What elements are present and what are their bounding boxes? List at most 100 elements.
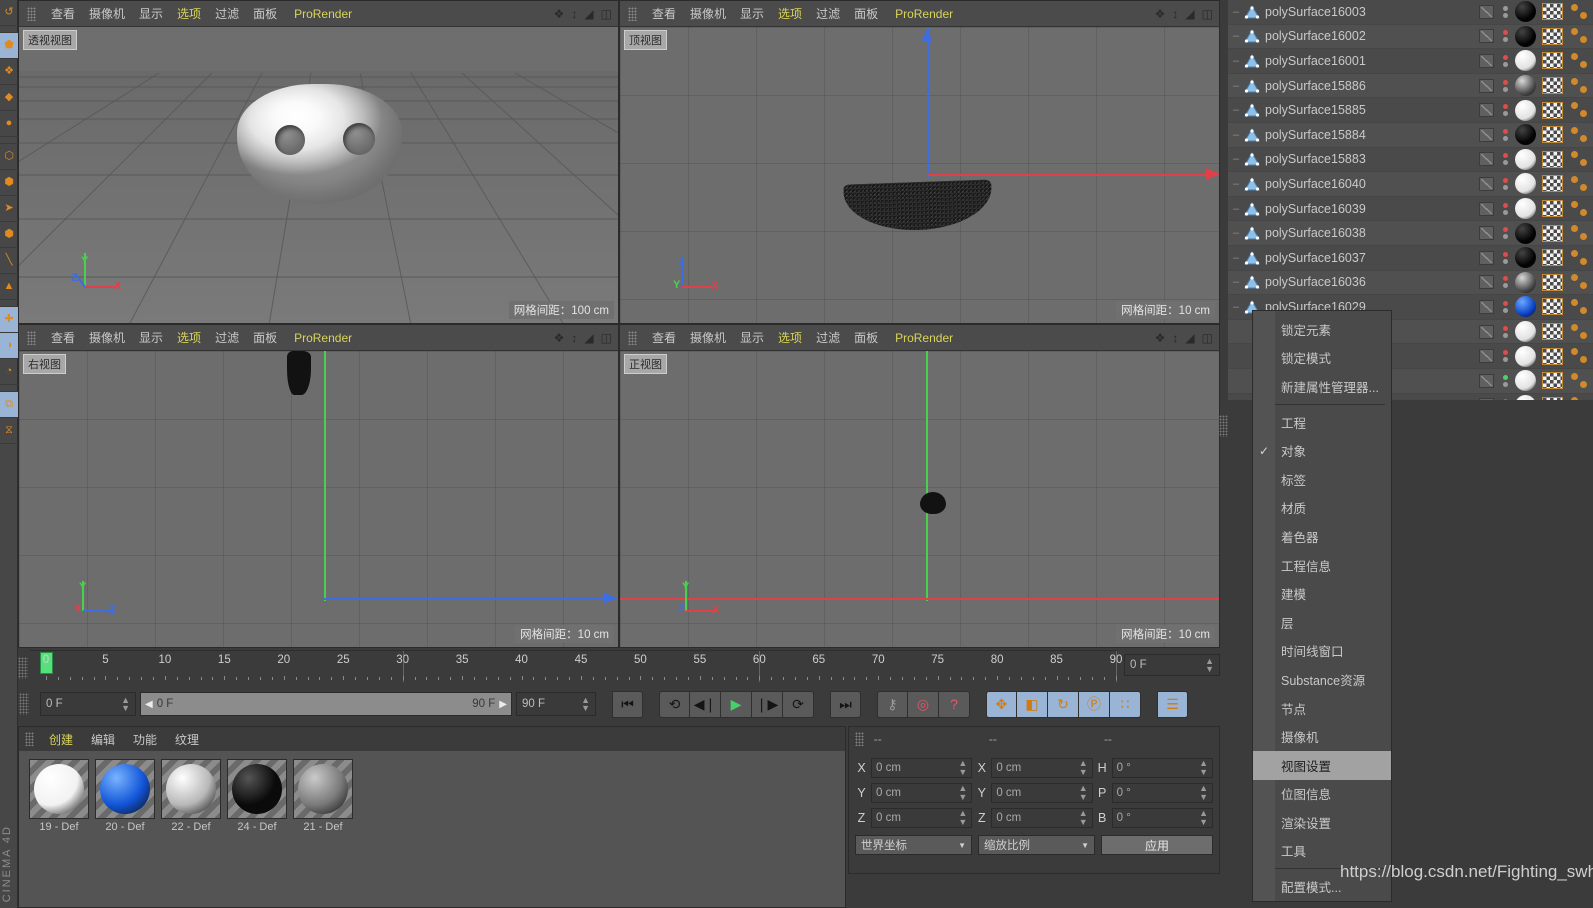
visibility-dot[interactable] — [1502, 79, 1508, 85]
visibility-toggle-icon[interactable] — [1479, 373, 1494, 388]
point-level-animation-button[interactable]: ∷ — [1110, 690, 1141, 718]
beard-model-right[interactable] — [287, 351, 311, 395]
zoom-icon[interactable]: ↕ — [1172, 8, 1178, 20]
tag-link-icon[interactable] — [1571, 76, 1593, 96]
material-thumbnail[interactable] — [161, 759, 221, 819]
range-left-arrow-icon[interactable]: ◀ — [145, 699, 153, 710]
menu-view[interactable]: 查看 — [645, 5, 683, 22]
context-menu-panel-8[interactable]: 时间线窗口 — [1253, 637, 1391, 666]
size-y-field[interactable]: 0 cm ▲ ▼ — [991, 782, 1093, 803]
chevron-down-icon[interactable]: ▼ — [1081, 841, 1089, 850]
object-row[interactable]: – polySurface16036 — [1228, 270, 1593, 296]
play-button[interactable]: ▶ — [721, 690, 752, 718]
visibility-dot[interactable] — [1502, 61, 1508, 67]
context-menu-panel-5[interactable]: 工程信息 — [1253, 551, 1391, 580]
spinner-icon[interactable]: ▲ ▼ — [1205, 656, 1214, 673]
tag-link-icon[interactable] — [1571, 100, 1593, 120]
uvw-tag-icon[interactable] — [1542, 249, 1563, 267]
previous-key-button[interactable]: ⟲ — [659, 690, 690, 718]
zoom-icon[interactable]: ↕ — [571, 8, 577, 20]
menu-panel[interactable]: 面板 — [246, 5, 284, 22]
uvw-tag-icon[interactable] — [1542, 126, 1563, 144]
menu-view[interactable]: 查看 — [44, 5, 82, 22]
material-menu-texture[interactable]: 纹理 — [166, 731, 208, 748]
visibility-toggle-icon[interactable] — [1479, 4, 1494, 19]
context-menu-panel-10[interactable]: 节点 — [1253, 694, 1391, 723]
context-menu-panel-0[interactable]: 工程 — [1253, 408, 1391, 437]
tag-link-icon[interactable] — [1571, 371, 1593, 391]
rotation-p-field[interactable]: 0 ° ▲ ▼ — [1111, 782, 1213, 803]
scale-tool-icon[interactable]: ◆ — [0, 85, 18, 111]
visibility-toggle-icon[interactable] — [1479, 103, 1494, 118]
viewport-top-canvas[interactable]: Z Y X 顶视图 网格间距：10 cm — [620, 27, 1219, 323]
visibility-dots[interactable] — [1499, 300, 1511, 313]
tag-link-icon[interactable] — [1571, 2, 1593, 22]
visibility-dot[interactable] — [1502, 54, 1508, 60]
menu-options[interactable]: 选项 — [170, 329, 208, 346]
material-tag-icon[interactable] — [1515, 173, 1536, 195]
tag-link-icon[interactable] — [1571, 297, 1593, 317]
drag-grip-icon[interactable] — [628, 6, 637, 21]
spinner-icon[interactable]: ▲ ▼ — [1079, 809, 1088, 826]
right-dock-splitter[interactable] — [1219, 0, 1229, 908]
uvw-tag-icon[interactable] — [1542, 101, 1563, 119]
spinner-icon[interactable]: ▲ ▼ — [958, 784, 967, 801]
spinner-icon[interactable]: ▲ ▼ — [1199, 784, 1208, 801]
material-thumbnail[interactable] — [95, 759, 155, 819]
menu-display[interactable]: 显示 — [132, 5, 170, 22]
context-menu-panel-6[interactable]: 建模 — [1253, 579, 1391, 608]
viewport-right-canvas[interactable]: Y X Z 右视图 网格间距：10 cm — [19, 351, 618, 647]
menu-panel[interactable]: 面板 — [847, 329, 885, 346]
visibility-toggle-icon[interactable] — [1479, 78, 1494, 93]
menu-prorender[interactable]: ProRender — [284, 331, 359, 345]
visibility-dots[interactable] — [1499, 79, 1511, 92]
menu-filter[interactable]: 过滤 — [208, 5, 246, 22]
material-tag-icon[interactable] — [1515, 247, 1536, 269]
material-tag-icon[interactable] — [1515, 296, 1536, 318]
material-tag-icon[interactable] — [1515, 222, 1536, 244]
frame-end-field[interactable]: 90 F ▲ ▼ — [516, 692, 596, 716]
material-chip[interactable]: 22 - Def — [161, 759, 221, 833]
pan-icon[interactable]: ❖ — [554, 8, 565, 20]
drag-grip-icon[interactable] — [18, 657, 28, 679]
context-menu-panel-11[interactable]: 摄像机 — [1253, 722, 1391, 751]
menu-options[interactable]: 选项 — [771, 329, 809, 346]
object-manager-context-menu[interactable]: 锁定元素 锁定模式 新建属性管理器... 工程 ✓ 对象 标签 材质 着色器 工程信息 建模层时间线… — [1252, 310, 1392, 902]
context-menu-item-2[interactable]: 新建属性管理器... — [1253, 372, 1391, 401]
material-tag-icon[interactable] — [1515, 99, 1536, 121]
context-menu-item-0[interactable]: 锁定元素 — [1253, 315, 1391, 344]
tag-link-icon[interactable] — [1571, 174, 1593, 194]
visibility-dot[interactable] — [1502, 283, 1508, 289]
tag-link-icon[interactable] — [1571, 248, 1593, 268]
visibility-dot[interactable] — [1502, 357, 1508, 363]
context-menu-item-1[interactable]: 锁定模式 — [1253, 344, 1391, 373]
spinner-icon[interactable]: ▲ ▼ — [1079, 784, 1088, 801]
maximize-viewport-icon[interactable]: ◫ — [601, 332, 612, 344]
viewport-perspective[interactable]: 查看 摄像机 显示 选项 过滤 面板 ProRender ❖ ↕ ◢ ◫ Y Z… — [18, 0, 619, 324]
rotate-icon[interactable]: ◢ — [1185, 332, 1194, 344]
edge-mode-icon[interactable]: ╲ — [0, 248, 18, 274]
step-back-button[interactable]: ◀❘ — [690, 690, 721, 718]
tag-link-icon[interactable] — [1571, 125, 1593, 145]
visibility-dot[interactable] — [1502, 381, 1508, 387]
viewport-right[interactable]: 查看 摄像机 显示 选项 过滤 面板 ProRender ❖ ↕ ◢ ◫ Y X… — [18, 324, 619, 648]
menu-options[interactable]: 选项 — [771, 5, 809, 22]
position-x-field[interactable]: 0 cm ▲ ▼ — [871, 757, 973, 778]
axis-mode-icon[interactable]: ✚ — [0, 307, 18, 333]
visibility-dot[interactable] — [1502, 104, 1508, 110]
material-tag-icon[interactable] — [1515, 50, 1536, 72]
maximize-viewport-icon[interactable]: ◫ — [601, 8, 612, 20]
range-right-arrow-icon[interactable]: ▶ — [499, 699, 507, 710]
material-thumbnail[interactable] — [227, 759, 287, 819]
visibility-toggle-icon[interactable] — [1479, 275, 1494, 290]
context-menu-panel-12[interactable]: 视图设置 — [1253, 750, 1391, 780]
material-tag-icon[interactable] — [1515, 1, 1536, 23]
visibility-dot[interactable] — [1502, 374, 1508, 380]
current-frame-field[interactable]: 0 F ▲ ▼ — [1124, 654, 1220, 676]
preview-range-slider[interactable]: ◀ 0 F 90 F ▶ — [140, 692, 512, 716]
menu-prorender[interactable]: ProRender — [885, 331, 960, 345]
menu-camera[interactable]: 摄像机 — [82, 5, 132, 22]
spinner-icon[interactable]: ▲ ▼ — [958, 809, 967, 826]
material-thumbnail[interactable] — [29, 759, 89, 819]
visibility-dot[interactable] — [1502, 177, 1508, 183]
